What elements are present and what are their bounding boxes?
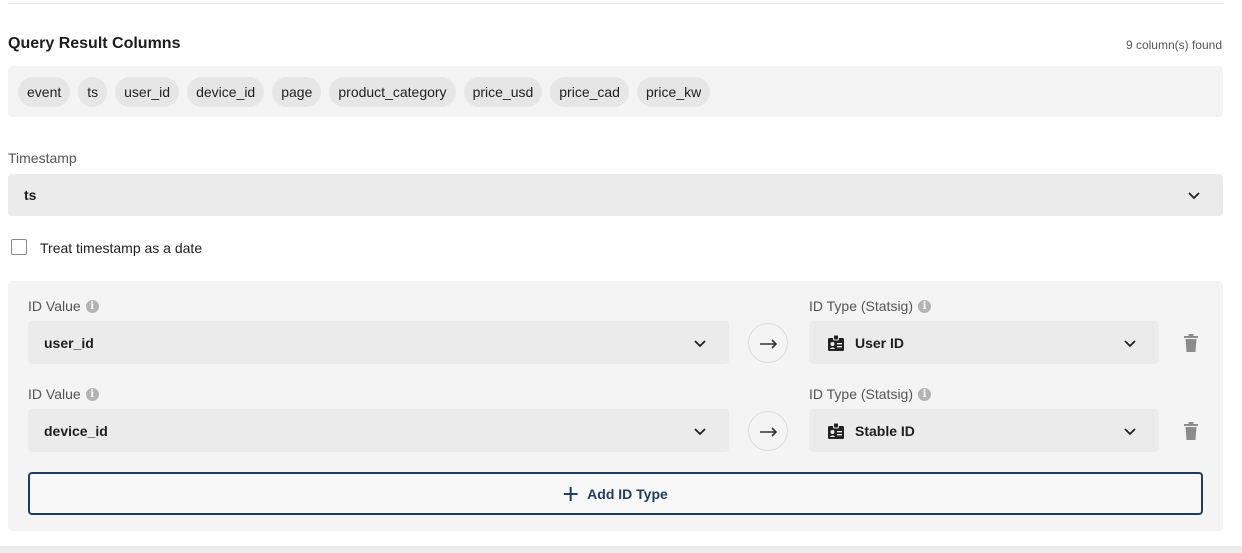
id-value-select[interactable]: device_id — [28, 409, 729, 452]
id-type-label-text: ID Type (Statsig) — [809, 298, 914, 314]
id-value-label: ID Value i — [28, 386, 99, 402]
columns-list: event ts user_id device_id page product_… — [8, 66, 1223, 117]
chevron-down-icon — [1124, 339, 1136, 347]
treat-as-date-label: Treat timestamp as a date — [40, 240, 203, 256]
column-chip: user_id — [115, 77, 180, 107]
info-icon: i — [85, 387, 99, 401]
top-divider — [8, 3, 1223, 4]
id-badge-icon — [828, 334, 844, 351]
trash-icon[interactable] — [1183, 421, 1199, 441]
id-value-label: ID Value i — [28, 298, 99, 314]
chevron-down-icon — [1124, 427, 1136, 435]
timestamp-label: Timestamp — [8, 150, 77, 166]
plus-icon — [563, 486, 578, 501]
map-arrow-button[interactable] — [748, 411, 788, 451]
column-chip: event — [18, 77, 71, 107]
timestamp-select[interactable]: ts — [8, 174, 1223, 216]
id-type-label-text: ID Type (Statsig) — [809, 386, 914, 402]
id-badge-icon — [828, 422, 844, 439]
column-chip: ts — [78, 77, 108, 107]
id-type-select[interactable]: Stable ID — [809, 409, 1159, 452]
column-chip: product_category — [329, 77, 456, 107]
treat-as-date-checkbox[interactable] — [11, 239, 27, 255]
id-value-select[interactable]: user_id — [28, 321, 729, 364]
id-value: device_id — [44, 422, 108, 439]
section-title: Query Result Columns — [8, 35, 181, 52]
chevron-down-icon — [1188, 192, 1200, 200]
add-id-type-button[interactable]: Add ID Type — [28, 472, 1203, 515]
id-type-value: User ID — [855, 334, 905, 351]
chevron-down-icon — [694, 427, 706, 435]
column-chip: price_kw — [636, 77, 711, 107]
id-type-label: ID Type (Statsig) i — [809, 298, 932, 314]
info-icon: i — [85, 299, 99, 313]
info-icon: i — [918, 299, 932, 313]
bottom-divider — [0, 546, 1242, 553]
id-value: user_id — [44, 334, 94, 351]
arrow-right-icon — [760, 339, 778, 349]
column-count: 9 column(s) found — [1125, 38, 1222, 52]
info-icon: i — [918, 387, 932, 401]
id-type-value: Stable ID — [855, 422, 915, 439]
map-arrow-button[interactable] — [748, 323, 788, 363]
column-chip: page — [272, 77, 322, 107]
column-chip: price_cad — [550, 77, 629, 107]
column-chip: price_usd — [463, 77, 543, 107]
id-type-label: ID Type (Statsig) i — [809, 386, 932, 402]
column-chip: device_id — [187, 77, 265, 107]
id-type-select[interactable]: User ID — [809, 321, 1159, 364]
id-value-label-text: ID Value — [28, 386, 81, 402]
arrow-right-icon — [760, 427, 778, 437]
timestamp-value: ts — [24, 187, 37, 203]
add-id-type-label: Add ID Type — [587, 485, 668, 502]
id-value-label-text: ID Value — [28, 298, 81, 314]
trash-icon[interactable] — [1183, 333, 1199, 353]
chevron-down-icon — [694, 339, 706, 347]
